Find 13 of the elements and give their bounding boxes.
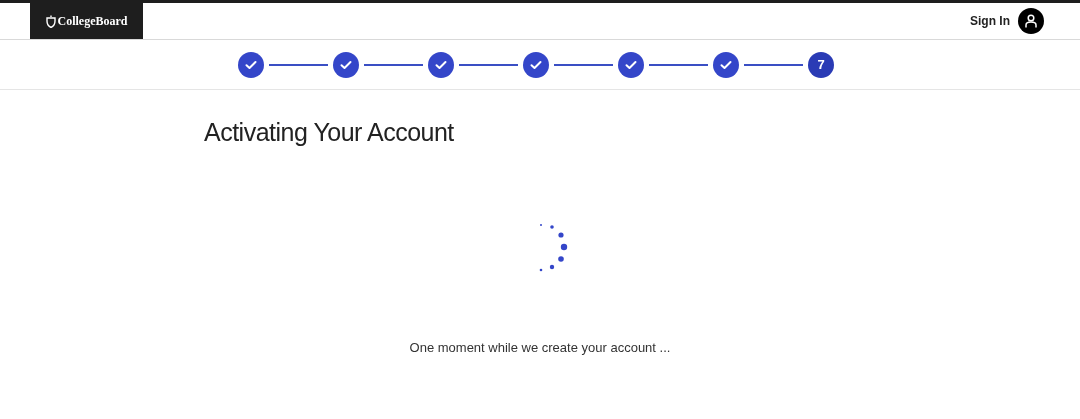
checkmark-icon xyxy=(340,59,352,70)
checkmark-icon xyxy=(530,59,542,70)
logo[interactable]: CollegeBoard xyxy=(30,3,143,39)
loading-message: One moment while we create your account ... xyxy=(408,338,672,357)
checkmark-icon xyxy=(245,59,257,70)
user-avatar-icon[interactable] xyxy=(1018,8,1044,34)
loading-spinner-icon xyxy=(538,221,568,274)
checkmark-icon xyxy=(435,59,447,70)
sign-in-link[interactable]: Sign In xyxy=(970,12,1010,30)
current-step: 7 xyxy=(808,51,834,78)
page-title: Activating Your Account xyxy=(204,117,455,148)
checkmark-icon xyxy=(720,59,732,70)
checkmark-icon xyxy=(625,59,637,70)
